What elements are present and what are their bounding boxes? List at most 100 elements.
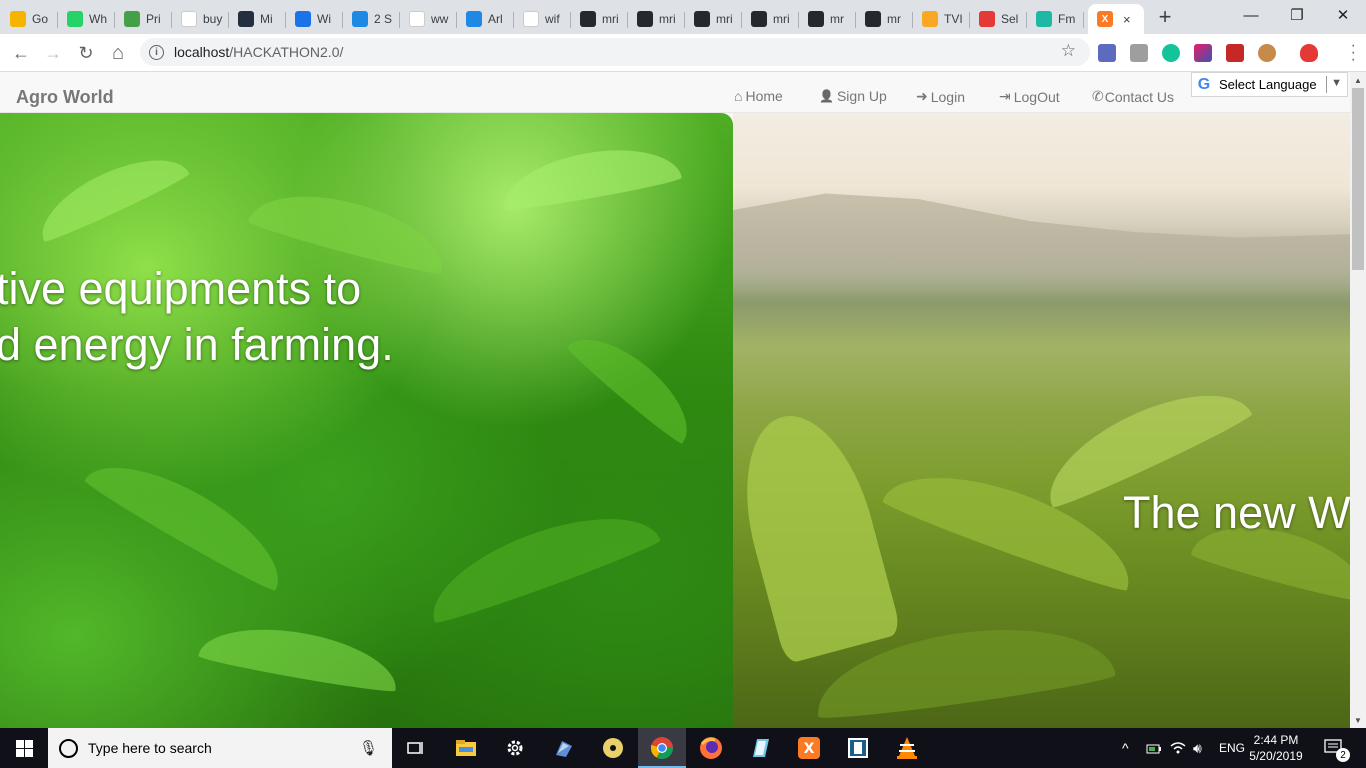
logout-icon: ⇥ [999,88,1011,104]
scroll-up-arrow-icon[interactable]: ▲ [1350,72,1366,88]
browser-tab[interactable]: mri [628,4,685,34]
start-button[interactable] [0,728,48,768]
bookmark-star-icon[interactable]: ☆ [1061,41,1076,61]
vlc-icon[interactable] [883,728,931,768]
close-tab-icon[interactable]: × [1123,12,1131,27]
slide-right-text: The new W [1123,487,1350,538]
browser-tab[interactable]: ww [400,4,457,34]
browser-toolbar: ← → ↻ ⌂ i localhost/HACKATHON2.0/ ☆ · · · [0,34,1366,72]
site-info-icon[interactable]: i [149,44,164,60]
nav-link-home[interactable]: ⌂ Home [734,88,783,104]
carousel-slide-left: tive equipments to d energy in farming. [0,113,733,728]
home-icon: ⌂ [734,88,743,104]
taskbar-search[interactable]: Type here to search 🎙 [48,728,392,768]
language-select-label: Select Language [1219,77,1317,92]
reload-button[interactable]: ↻ [73,40,99,66]
google-icon [523,11,539,27]
taskbar-clock[interactable]: 2:44 PM 5/20/2019 [1240,732,1312,764]
browser-tab[interactable]: mri [571,4,628,34]
browser-tab[interactable]: mr [799,4,856,34]
extension-color-icon[interactable] [1194,44,1212,62]
app-window-icon[interactable] [834,728,882,768]
browser-tab[interactable]: TVI [913,4,970,34]
chrome-menu-icon[interactable]: · · · [1351,38,1356,68]
browser-tab-title: Wi [317,12,331,26]
nav-link-logout[interactable]: ⇥ LogOut [999,88,1060,105]
address-bar[interactable]: i localhost/HACKATHON2.0/ ☆ [140,38,1090,66]
user-icon: 👤 [819,89,834,103]
browser-tab[interactable]: Wi [286,4,343,34]
language-select-divider [1326,76,1327,93]
grammarly-icon[interactable] [1162,44,1180,62]
w-icon [409,11,425,27]
browser-tab[interactable]: Fm [1027,4,1084,34]
site-brand[interactable]: Agro World [16,87,114,108]
browser-tab-title: buy [203,12,223,26]
scroll-down-arrow-icon[interactable]: ▼ [1350,712,1366,728]
nav-link-contact-us[interactable]: ✆ Contact Us [1092,88,1174,105]
browser-tab-title: mri [716,12,733,26]
browser-tab[interactable]: mri [685,4,742,34]
page-scrollbar[interactable]: ▲ ▼ [1350,72,1366,728]
browser-tab[interactable]: Sel [970,4,1027,34]
chrome-taskbar-icon[interactable] [638,728,686,768]
browser-tab[interactable]: mri [742,4,799,34]
browser-tab-title: Go [32,12,49,26]
nav-link-login[interactable]: ➜ Login [916,88,965,105]
browser-tab-title: mr [830,12,844,26]
extension-red-icon[interactable] [1300,44,1318,62]
browser-tab-title: mr [887,12,901,26]
back-button[interactable]: ← [8,40,34,66]
page-viewport: tive equipments to d energy in farming. … [0,72,1350,728]
wifi-icon[interactable] [1170,728,1186,768]
browser-tab[interactable]: Go [1,4,58,34]
app-book-icon[interactable] [736,728,784,768]
scrollbar-thumb[interactable] [1352,88,1364,270]
browser-tab[interactable]: Wh [58,4,115,34]
browser-tab[interactable]: mr [856,4,913,34]
windows-taskbar: Type here to search 🎙 X ^ 🔊︎ ENG 2:44 PM… [0,728,1366,768]
windows-logo-icon [15,739,33,757]
amazon-icon [238,11,254,27]
notification-count: 2 [1336,748,1350,762]
new-tab-button[interactable]: + [1151,4,1179,29]
firefox-icon[interactable] [687,728,735,768]
clock-time: 2:44 PM [1253,733,1299,747]
language-select[interactable]: G Select Language ▼ [1191,72,1348,97]
google-icon [181,11,197,27]
url-text[interactable]: localhost/HACKATHON2.0/ [174,44,343,60]
battery-icon[interactable] [1146,728,1162,768]
shield-icon [295,11,311,27]
notifications-icon[interactable]: 2 [1324,728,1350,768]
tab-active-agro-world[interactable]: X × [1088,4,1144,34]
browser-tab[interactable]: buy [172,4,229,34]
home-button[interactable]: ⌂ [105,40,131,66]
extension-copy-icon[interactable] [1130,44,1148,62]
cookie-icon[interactable] [1258,44,1276,62]
mountain-backdrop [733,193,1350,298]
media-disc-icon[interactable] [589,728,637,768]
browser-tab[interactable]: 2 S [343,4,400,34]
restore-button[interactable]: ❐ [1274,0,1320,30]
close-window-button[interactable]: ✕ [1320,0,1366,30]
slide-left-text-line2: d energy in farming. [0,319,394,370]
pdf-icon[interactable] [1226,44,1244,62]
extension-puzzle-icon[interactable] [1098,44,1116,62]
app-pen-icon[interactable] [540,728,588,768]
browser-tab[interactable]: Arl [457,4,514,34]
nav-link-sign-up[interactable]: 👤 Sign Up [819,88,887,104]
browser-tab[interactable]: Mi [229,4,286,34]
minimize-button[interactable]: — [1228,0,1274,30]
play-circle-icon [1036,11,1052,27]
file-explorer-icon[interactable] [442,728,490,768]
forward-button[interactable]: → [40,40,66,66]
settings-gear-icon[interactable] [491,728,539,768]
browser-tab[interactable]: Pri [115,4,172,34]
task-view-icon[interactable] [392,728,440,768]
tray-expand-icon[interactable]: ^ [1122,728,1129,768]
browser-tab[interactable]: wif [514,4,571,34]
volume-icon[interactable]: 🔊︎ [1193,728,1202,768]
xampp-taskbar-icon[interactable]: X [785,728,833,768]
chat-icon [352,11,368,27]
microphone-icon[interactable]: 🎙 [359,739,378,757]
